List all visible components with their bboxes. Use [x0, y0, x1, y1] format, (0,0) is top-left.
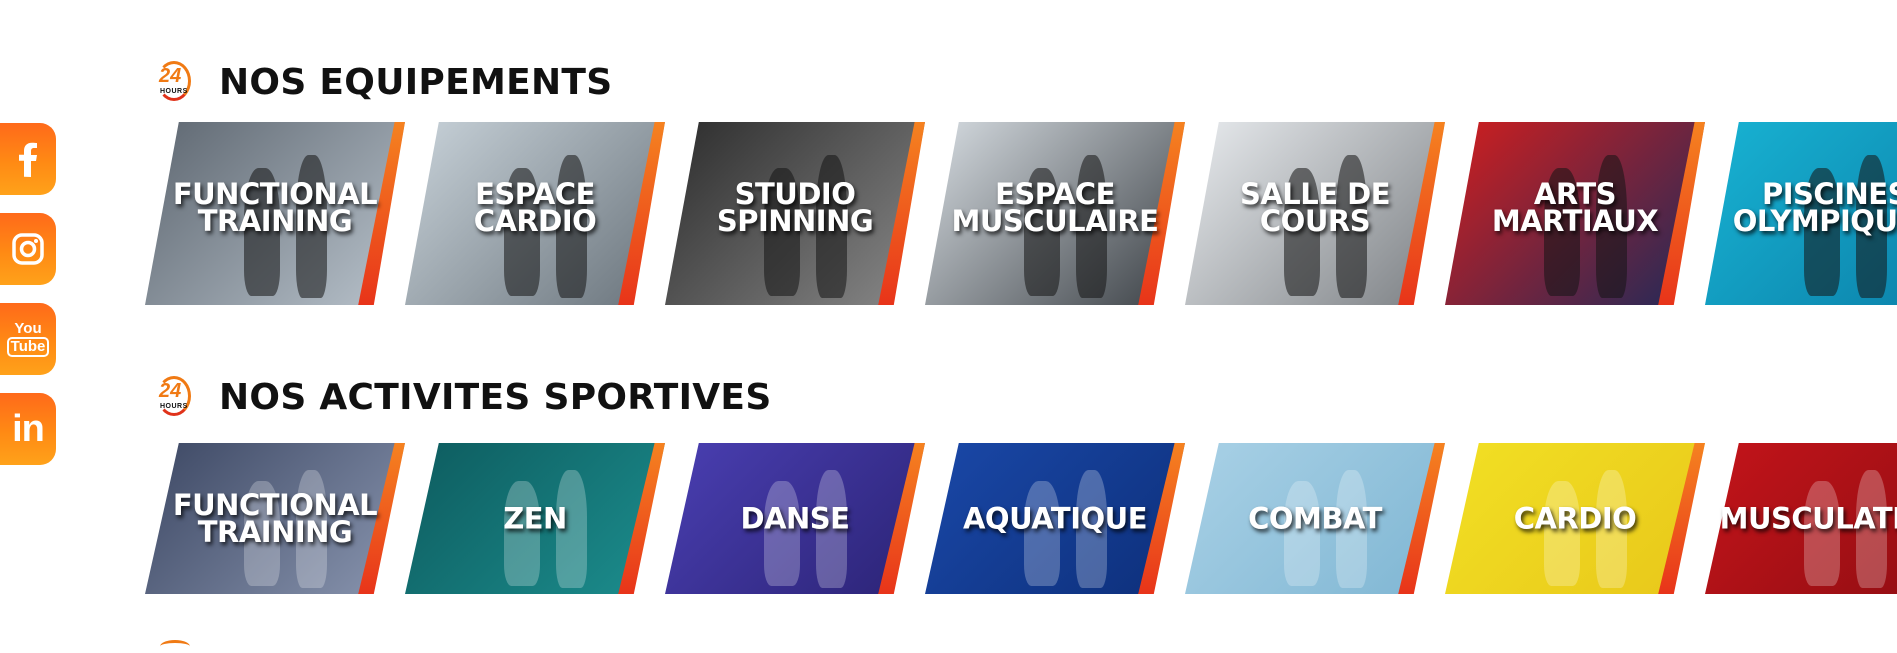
- equipement-tile[interactable]: SALLE DE COURS: [1185, 122, 1445, 305]
- activite-tile[interactable]: MUSCULATION: [1705, 443, 1897, 594]
- social-sidebar: You Tube in: [0, 123, 58, 483]
- tile-label: DANSE: [740, 501, 850, 535]
- tile-label: ESPACE MUSCULAIRE: [951, 177, 1159, 238]
- equipements-row: FUNCTIONAL TRAINING ESPACE CARDIO STUDIO S…: [145, 122, 1897, 305]
- activites-row: FUNCTIONAL TRAINING ZEN DANSE AQUATIQUE COMB…: [145, 443, 1897, 594]
- logo-number: 24: [159, 65, 182, 87]
- section-header-equipements: 24 HOURS NOS EQUIPEMENTS: [155, 58, 613, 106]
- tile-label: MUSCULATION: [1719, 501, 1897, 535]
- equipement-tile[interactable]: STUDIO SPINNING: [665, 122, 925, 305]
- linkedin-icon: in: [12, 407, 45, 450]
- facebook-button[interactable]: [0, 123, 56, 195]
- tile-label: FUNCTIONAL TRAINING: [172, 487, 378, 549]
- instagram-icon: [11, 232, 45, 266]
- next-section-logo-icon: [160, 640, 190, 653]
- tile-label: STUDIO SPINNING: [716, 177, 874, 238]
- equipement-tile[interactable]: FUNCTIONAL TRAINING: [145, 122, 405, 305]
- 24hours-logo-icon: 24 HOURS: [155, 59, 195, 105]
- tile-label: CARDIO: [1513, 501, 1637, 535]
- tile-label: COMBAT: [1248, 501, 1382, 535]
- equipement-tile[interactable]: ESPACE CARDIO: [405, 122, 665, 305]
- tile-label: ARTS MARTIAUX: [1491, 177, 1659, 238]
- 24hours-logo-icon: 24 HOURS: [155, 374, 195, 420]
- equipement-tile[interactable]: PISCINES OLYMPIQUES: [1705, 122, 1897, 305]
- activite-tile[interactable]: AQUATIQUE: [925, 443, 1185, 594]
- activite-tile[interactable]: CARDIO: [1445, 443, 1705, 594]
- youtube-icon: You Tube: [6, 320, 50, 357]
- tile-label: ESPACE CARDIO: [473, 177, 597, 238]
- youtube-you-text: You: [14, 320, 42, 337]
- logo-hours: HOURS: [160, 403, 188, 410]
- equipement-tile[interactable]: ESPACE MUSCULAIRE: [925, 122, 1185, 305]
- section-title: NOS ACTIVITES SPORTIVES: [219, 376, 772, 418]
- instagram-button[interactable]: [0, 213, 56, 285]
- tile-label: PISCINES OLYMPIQUES: [1732, 177, 1897, 238]
- section-header-activites: 24 HOURS NOS ACTIVITES SPORTIVES: [155, 373, 772, 421]
- activite-tile[interactable]: COMBAT: [1185, 443, 1445, 594]
- activite-tile[interactable]: ZEN: [405, 443, 665, 594]
- tile-label: ZEN: [503, 501, 567, 535]
- tile-label: FUNCTIONAL TRAINING: [172, 177, 378, 238]
- tile-label: AQUATIQUE: [962, 501, 1148, 535]
- youtube-button[interactable]: You Tube: [0, 303, 56, 375]
- linkedin-button[interactable]: in: [0, 393, 56, 465]
- facebook-icon: [17, 141, 39, 177]
- activite-tile[interactable]: FUNCTIONAL TRAINING: [145, 443, 405, 594]
- activite-tile[interactable]: DANSE: [665, 443, 925, 594]
- youtube-tube-text: Tube: [6, 337, 50, 357]
- logo-hours: HOURS: [160, 88, 188, 95]
- section-title: NOS EQUIPEMENTS: [219, 61, 613, 103]
- equipement-tile[interactable]: ARTS MARTIAUX: [1445, 122, 1705, 305]
- logo-number: 24: [159, 380, 182, 402]
- tile-label: SALLE DE COURS: [1239, 177, 1391, 238]
